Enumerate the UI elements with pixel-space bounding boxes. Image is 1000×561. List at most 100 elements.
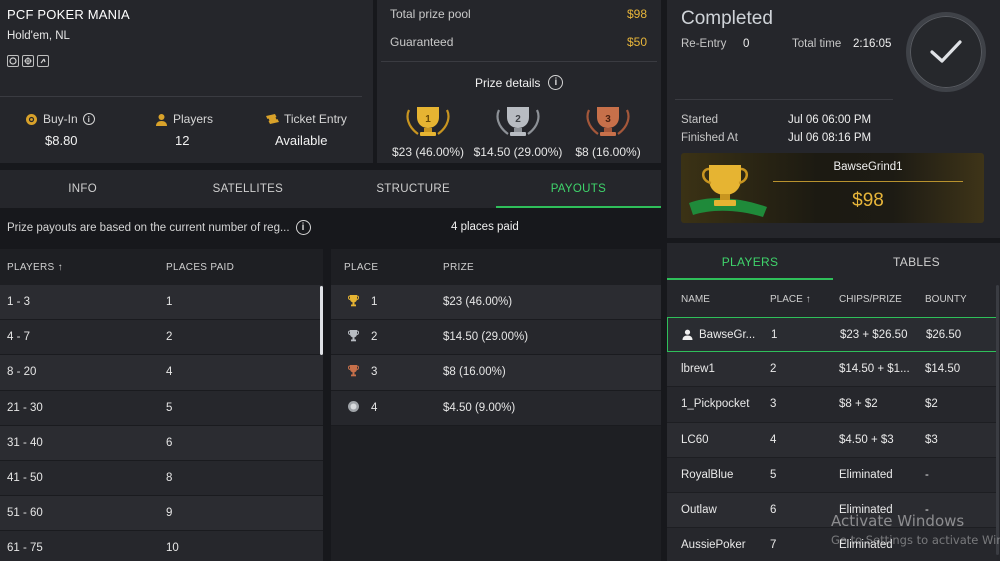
reentry-icon xyxy=(37,55,49,67)
players-range: 8 - 20 xyxy=(7,366,37,379)
player-bounty: $3 xyxy=(925,433,938,446)
tab-structure[interactable]: STRUCTURE xyxy=(331,170,496,208)
player-chips: $8 + $2 xyxy=(839,398,878,411)
ticket-value: Available xyxy=(275,133,328,148)
player-name: 1_Pickpocket xyxy=(681,398,750,411)
players-range: 51 - 60 xyxy=(7,507,43,520)
bronze-trophy-icon xyxy=(331,364,371,380)
activate-windows-watermark: Activate Windows xyxy=(831,512,965,530)
player-row-self[interactable]: BawseGr... 1 $23 + $26.50 $26.50 xyxy=(667,317,997,353)
players-range: 41 - 50 xyxy=(7,472,43,485)
place-value: 2 xyxy=(371,331,378,344)
total-pool-value: $98 xyxy=(626,7,647,21)
table-row: 2 $14.50 (29.00%) xyxy=(331,320,661,356)
total-time-value: 2:16:05 xyxy=(853,38,892,50)
table-row: 1 - 3 1 xyxy=(0,285,323,321)
tournament-title: PCF POKER MANIA xyxy=(7,7,130,22)
players-range: 61 - 75 xyxy=(7,542,43,555)
player-place: 6 xyxy=(770,504,777,517)
info-icon[interactable]: i xyxy=(548,75,564,90)
player-place: 2 xyxy=(770,363,777,376)
buyin-value: $8.80 xyxy=(45,133,78,148)
trophy-first: 1 xyxy=(383,104,473,141)
player-name: BawseGr... xyxy=(699,328,756,341)
players-range: 4 - 7 xyxy=(7,331,31,344)
player-row[interactable]: 1_Pickpocket 3 $8 + $2 $2 xyxy=(667,387,997,423)
players-range: 31 - 40 xyxy=(7,436,43,449)
table-header: PLACE PRIZE xyxy=(331,249,661,285)
tournament-tabs: INFO SATELLITES STRUCTURE PAYOUTS xyxy=(0,170,662,208)
prize-value: $8 (16.00%) xyxy=(443,366,506,379)
player-bounty: $26.50 xyxy=(926,328,962,341)
tab-players[interactable]: PLAYERS xyxy=(667,243,833,280)
players-table-header: NAME PLACE ↑ CHIPS/PRIZE BOUNTY xyxy=(667,285,1000,313)
player-place: 5 xyxy=(770,468,777,481)
players-block: Players 12 xyxy=(155,112,225,148)
places-paid-value: 4 xyxy=(166,366,173,379)
table-row: 21 - 30 5 xyxy=(0,390,323,426)
scrollbar[interactable] xyxy=(320,286,323,355)
divider xyxy=(773,181,963,182)
info-icon[interactable]: i xyxy=(82,113,95,125)
column-prize: PRIZE xyxy=(443,261,474,273)
winner-prize: $98 xyxy=(852,190,884,211)
players-range: 1 - 3 xyxy=(7,296,31,309)
status-title: Completed xyxy=(681,8,773,29)
trophy-second: 2 xyxy=(473,104,563,141)
players-value: 12 xyxy=(175,133,190,148)
table-row: 3 $8 (16.00%) xyxy=(331,355,661,391)
finished-label: Finished At xyxy=(681,132,738,144)
payout-note-text: Prize payouts are based on the current n… xyxy=(7,221,290,234)
player-place: 7 xyxy=(770,539,777,552)
player-name: Outlaw xyxy=(681,504,717,517)
divider xyxy=(381,61,657,62)
winner-name: BawseGrind1 xyxy=(833,161,903,173)
column-name[interactable]: NAME xyxy=(667,294,756,305)
prize-details-label: Prize details xyxy=(475,75,541,90)
player-name-cell: BawseGr... xyxy=(668,329,757,341)
player-bounty: - xyxy=(925,468,929,481)
game-type: Hold'em, NL xyxy=(7,30,70,42)
finished-value: Jul 06 08:16 PM xyxy=(788,132,872,144)
player-row[interactable]: LC60 4 $4.50 + $3 $3 xyxy=(667,422,997,458)
place-value: 3 xyxy=(371,366,378,379)
tab-satellites[interactable]: SATELLITES xyxy=(165,170,330,208)
player-bounty: $2 xyxy=(925,398,938,411)
winner-trophy-icon xyxy=(689,165,767,217)
divider xyxy=(675,99,893,100)
column-place[interactable]: PLACE ↑ xyxy=(756,294,825,305)
reentry-label: Re-Entry xyxy=(681,38,727,50)
ticket-icon xyxy=(266,114,279,124)
column-chips-prize[interactable]: CHIPS/PRIZE xyxy=(825,294,911,305)
table-row: 1 $23 (46.00%) xyxy=(331,285,661,321)
chip-icon xyxy=(26,113,37,125)
player-row[interactable]: lbrew1 2 $14.50 + $1... $14.50 xyxy=(667,352,997,388)
table-header: PLAYERS ↑ PLACES PAID xyxy=(0,249,323,285)
prize-value: $4.50 (9.00%) xyxy=(443,401,516,414)
places-paid-value: 1 xyxy=(166,296,173,309)
places-paid-value: 8 xyxy=(166,472,173,485)
gold-trophy-icon: 1 xyxy=(406,107,450,136)
places-paid-value: 2 xyxy=(166,331,173,344)
tab-info[interactable]: INFO xyxy=(0,170,165,208)
bounty-icon xyxy=(7,55,19,67)
place-value: 4 xyxy=(371,401,378,414)
payout-note: Prize payouts are based on the current n… xyxy=(7,220,311,235)
player-row[interactable]: RoyalBlue 5 Eliminated - xyxy=(667,457,997,493)
tab-payouts[interactable]: PAYOUTS xyxy=(495,170,662,208)
info-icon[interactable]: i xyxy=(295,220,311,235)
prize-value: $14.50 (29.00%) xyxy=(443,331,529,344)
tab-tables[interactable]: TABLES xyxy=(833,243,1000,280)
column-bounty[interactable]: BOUNTY xyxy=(911,294,967,305)
svg-text:2: 2 xyxy=(515,114,521,125)
tournament-info-panel: PCF POKER MANIA Hold'em, NL Buy-In i $8.… xyxy=(0,0,373,163)
buyin-block: Buy-In i $8.80 xyxy=(25,112,105,148)
started-value: Jul 06 06:00 PM xyxy=(788,114,872,126)
trophy-first-value: $23 (46.00%) xyxy=(391,145,465,159)
trophy-third: 3 xyxy=(563,104,653,141)
scrollbar[interactable] xyxy=(996,285,999,555)
person-icon xyxy=(156,113,167,126)
player-name: lbrew1 xyxy=(681,363,715,376)
column-players[interactable]: PLAYERS ↑ xyxy=(0,262,159,273)
places-paid-value: 10 xyxy=(166,542,179,555)
